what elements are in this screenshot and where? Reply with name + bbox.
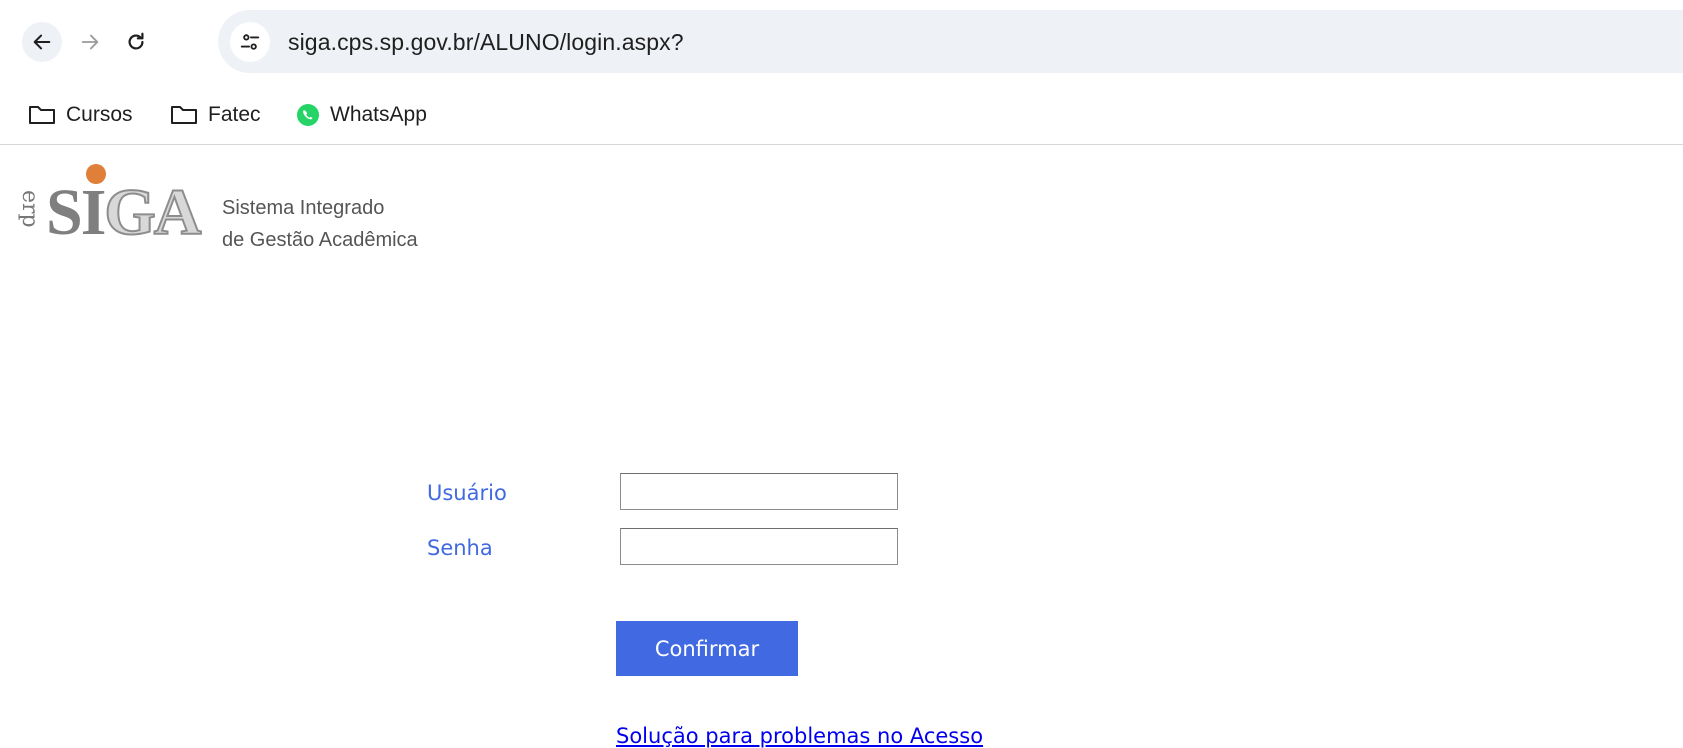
password-input[interactable] bbox=[620, 528, 898, 565]
user-label: Usuário bbox=[427, 481, 507, 505]
arrow-right-icon bbox=[81, 34, 99, 50]
reload-icon bbox=[128, 32, 144, 50]
whatsapp-icon bbox=[296, 103, 320, 127]
bookmarks-bar: Cursos Fatec WhatsApp bbox=[0, 86, 1683, 145]
confirm-button[interactable]: Confirmar bbox=[616, 621, 798, 676]
bookmark-fatec[interactable]: Fatec bbox=[170, 100, 261, 130]
bookmark-label: Cursos bbox=[66, 103, 133, 126]
back-button[interactable] bbox=[22, 22, 62, 62]
logo-tagline-line1: Sistema Integrado bbox=[222, 197, 385, 219]
logo-tagline-line2: de Gestão Acadêmica bbox=[222, 229, 418, 251]
url-text[interactable]: siga.cps.sp.gov.br/ALUNO/login.aspx? bbox=[288, 29, 684, 56]
logo-tagline: Sistema Integrado de Gestão Acadêmica bbox=[222, 192, 418, 256]
tune-icon bbox=[240, 34, 260, 50]
forward-button[interactable] bbox=[70, 22, 110, 62]
logo-wordmark: SIGA bbox=[46, 179, 202, 247]
site-info-button[interactable] bbox=[230, 22, 270, 62]
arrow-left-icon bbox=[33, 34, 51, 50]
bookmark-whatsapp[interactable]: WhatsApp bbox=[296, 100, 427, 130]
password-label: Senha bbox=[427, 536, 493, 560]
reload-button[interactable] bbox=[116, 22, 156, 62]
folder-icon bbox=[28, 104, 56, 126]
user-input[interactable] bbox=[620, 473, 898, 510]
folder-icon bbox=[170, 104, 198, 126]
bookmark-cursos[interactable]: Cursos bbox=[28, 100, 133, 130]
browser-toolbar: siga.cps.sp.gov.br/ALUNO/login.aspx? bbox=[0, 0, 1683, 86]
logo-wordmark-ga: GA bbox=[103, 176, 202, 249]
address-bar[interactable]: siga.cps.sp.gov.br/ALUNO/login.aspx? bbox=[218, 10, 1683, 73]
bookmark-label: Fatec bbox=[208, 103, 261, 126]
logo-wordmark-si: SI bbox=[46, 176, 106, 249]
logo-erp-text: erp bbox=[17, 190, 42, 228]
bookmark-label: WhatsApp bbox=[330, 103, 427, 126]
access-help-link[interactable]: Solução para problemas no Acesso bbox=[616, 724, 983, 748]
